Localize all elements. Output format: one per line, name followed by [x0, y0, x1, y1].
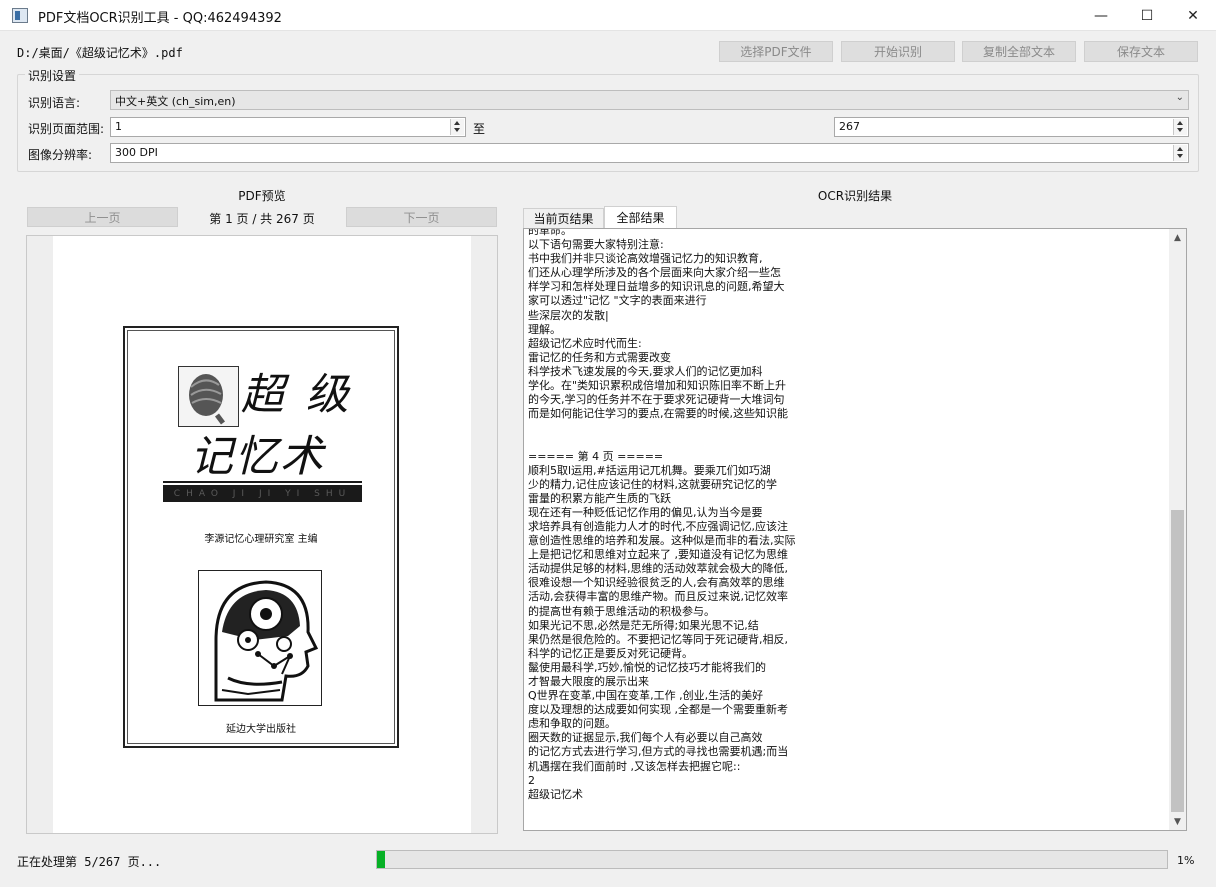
tab-current-page[interactable]: 当前页结果 [523, 208, 604, 228]
range-from-value: 1 [115, 120, 122, 133]
ocr-text-area[interactable]: 的革命。 以下语句需要大家特别注意: 书中我们并非只谈论高效增强记忆力的知识教育, 们… [523, 228, 1187, 831]
page-indicator: 第 1 页 / 共 267 页 [209, 212, 315, 226]
ocr-text-line: 机遇摆在我们面前时 ,又该怎样去把握它呢:: [528, 759, 741, 773]
ocr-text-line: ===== 第 4 页 ===== [528, 449, 664, 463]
ocr-text-line: 的提高世有赖于思维活动的积极参与。 [528, 604, 715, 618]
cover-band-line [163, 481, 362, 483]
language-value: 中文+英文 (ch_sim,en) [115, 95, 236, 108]
ocr-text-line: 理解。 [528, 322, 561, 336]
range-to-value: 267 [839, 120, 860, 133]
ocr-text-line: 学化。在"类知识累积成倍增加和知识陈旧率不断上升 [528, 379, 787, 393]
minimize-button[interactable]: — [1078, 0, 1124, 31]
spin-arrows-icon[interactable] [1173, 145, 1187, 161]
ocr-text-line: 求培养具有创造能力人才的时代,不应强调记忆,应该注 [528, 519, 788, 533]
progress-fill [377, 851, 385, 868]
save-text-button[interactable]: 保存文本 [1084, 41, 1198, 62]
ocr-text-line: 的革命。 [528, 228, 572, 237]
ocr-text-line: 以下语句需要大家特别注意: [528, 238, 664, 252]
ocr-text-line: 果仍然是很危险的。不要把记忆等同于死记硬背,相反, [528, 632, 788, 646]
ocr-text-line: 雷记忆的任务和方式需要改变 [528, 350, 671, 364]
file-path-label: D:/桌面/《超级记忆术》.pdf [17, 46, 183, 60]
ocr-text-line: 顺利5取l运用,#括运用记兀机舞。要乘兀们如巧湖 [528, 463, 771, 477]
ocr-text-line: 的今天,学习的任务并不在于要求死记硬背一大堆词句 [528, 393, 785, 407]
chevron-down-icon: ⌄ [1175, 92, 1184, 103]
dpi-spinbox[interactable]: 300 DPI [110, 143, 1189, 163]
spin-arrows-icon[interactable] [1173, 119, 1187, 135]
range-from-spinbox[interactable]: 1 [110, 117, 466, 137]
ocr-text-line: 现在还有一种贬低记忆作用的偏见,认为当今是要 [528, 505, 763, 519]
close-button[interactable]: ✕ [1170, 0, 1216, 31]
ocr-text-line: 才智最大限度的展示出来 [528, 675, 649, 688]
scroll-up-icon[interactable]: ▲ [1169, 229, 1186, 246]
cover-pinyin-band: CHAO JI JI YI SHU [163, 485, 362, 502]
ocr-text-line: 超级记忆术 [528, 787, 583, 801]
scroll-thumb[interactable] [1171, 510, 1184, 812]
ocr-text-line: 少的精力,记住应该记住的材料,这就要研究记忆的学 [528, 477, 777, 491]
ocr-text-line: 科学技术飞速发展的今天,要求人们的记忆更加科 [528, 364, 763, 378]
preview-title: PDF预览 [238, 189, 286, 203]
ocr-text-line [528, 435, 1168, 449]
ocr-text-line: 很难设想一个知识经验很贫乏的人,会有高效萃的思维 [528, 576, 785, 590]
ocr-text-line: 虑和争取的问题。 [528, 717, 616, 731]
start-recognition-button[interactable]: 开始识别 [841, 41, 955, 62]
tab-all-results[interactable]: 全部结果 [604, 206, 677, 228]
ocr-text-line: Q世界在变革,中国在变革,工作 ,创业,生活的美好 [528, 689, 764, 703]
ocr-text-line: 们还从心理学所涉及的各个层面来向大家介绍一些怎 [528, 266, 781, 280]
ocr-text-line: 活动,会获得丰富的思维产物。而且反过来说,记忆效率 [528, 590, 788, 604]
dpi-label: 图像分辨率: [28, 148, 93, 162]
copy-all-text-button[interactable]: 复制全部文本 [962, 41, 1076, 62]
ocr-text-line: 雷量的积累方能产生质的飞跃 [528, 491, 671, 505]
settings-group-title: 识别设置 [25, 67, 80, 84]
ocr-text-line: 家可以透过"记忆 "文字的表面来进行 [528, 294, 707, 308]
ocr-text-line: 而是如何能记住学习的要点,在需要的时候,这些知识能 [528, 407, 788, 421]
range-to-spinbox[interactable]: 267 [834, 117, 1189, 137]
ocr-text-line: 2 [528, 773, 535, 787]
language-label: 识别语言: [28, 96, 81, 110]
page-range-label: 识别页面范围: [28, 122, 105, 136]
ocr-result-title: OCR识别结果 [817, 189, 893, 203]
ocr-text-line: 书中我们并非只谈论高效增强记忆力的知识教育, [528, 252, 763, 266]
ocr-text-line: 上是把记忆和思维对立起来了 ,要知道没有记忆为思维 [528, 548, 788, 562]
status-text: 正在处理第 5/267 页... [17, 855, 162, 869]
ocr-text-line: 的记忆方式去进行学习,但方式的寻找也需要机遇;而当 [528, 745, 789, 759]
app-icon [12, 8, 28, 23]
next-page-button[interactable]: 下一页 [346, 207, 497, 227]
progress-label: 1% [1177, 854, 1195, 867]
maximize-button[interactable]: ☐ [1124, 0, 1170, 31]
ocr-text-line: 圈天数的证据显示,我们每个人有必要以自己高效 [528, 731, 763, 745]
ocr-text-content: 的革命。 以下语句需要大家特别注意: 书中我们并非只谈论高效增强记忆力的知识教育, 们… [528, 228, 1168, 802]
select-pdf-button[interactable]: 选择PDF文件 [719, 41, 833, 62]
ocr-text-line: 活动提供足够的材料,思维的活动效萃就会极大的降低, [528, 562, 788, 576]
ocr-text-line: 样学习和怎样处理日益增多的知识讯息的问题,希望大 [528, 280, 785, 294]
progress-bar [376, 850, 1168, 869]
ocr-text-line: 科学的记忆正是要反对死记硬背。 [528, 646, 693, 660]
language-select[interactable]: 中文+英文 (ch_sim,en) ⌄ [110, 90, 1189, 110]
ocr-text-line: 鬣使用最科学,巧妙,愉悦的记忆技巧才能将我们的 [528, 660, 766, 674]
ocr-text-line: 如果光记不思,必然是茫无所得;如果光思不记,结 [528, 618, 759, 632]
ocr-text-line: 度以及理想的达成要如何实现 ,全都是一个需要重新考 [528, 703, 788, 717]
cover-editor: 李源记忆心理研究室 主编 [204, 534, 318, 545]
ocr-text-line [528, 421, 1168, 435]
ocr-text-line: 超级记忆术应时代而生: [528, 336, 642, 350]
cover-publisher: 延边大学出版社 [226, 724, 296, 735]
head-portrait-icon [178, 366, 239, 427]
ocr-text-line: 意创造性思维的培养和发展。这种似是而非的看法,实际 [528, 534, 796, 548]
cover-title-line2: 记忆术 [190, 432, 325, 482]
window-title: PDF文档OCR识别工具 - QQ:462494392 [38, 11, 282, 26]
range-to-label: 至 [473, 122, 486, 136]
cover-title-line1: 超 级 [241, 370, 353, 420]
prev-page-button[interactable]: 上一页 [27, 207, 178, 227]
ocr-text-line: 些深层次的发散| [528, 308, 609, 322]
dpi-value: 300 DPI [115, 146, 158, 159]
scroll-down-icon[interactable]: ▼ [1169, 813, 1186, 830]
spin-arrows-icon[interactable] [450, 119, 464, 135]
brain-gears-figure-icon [197, 569, 323, 707]
